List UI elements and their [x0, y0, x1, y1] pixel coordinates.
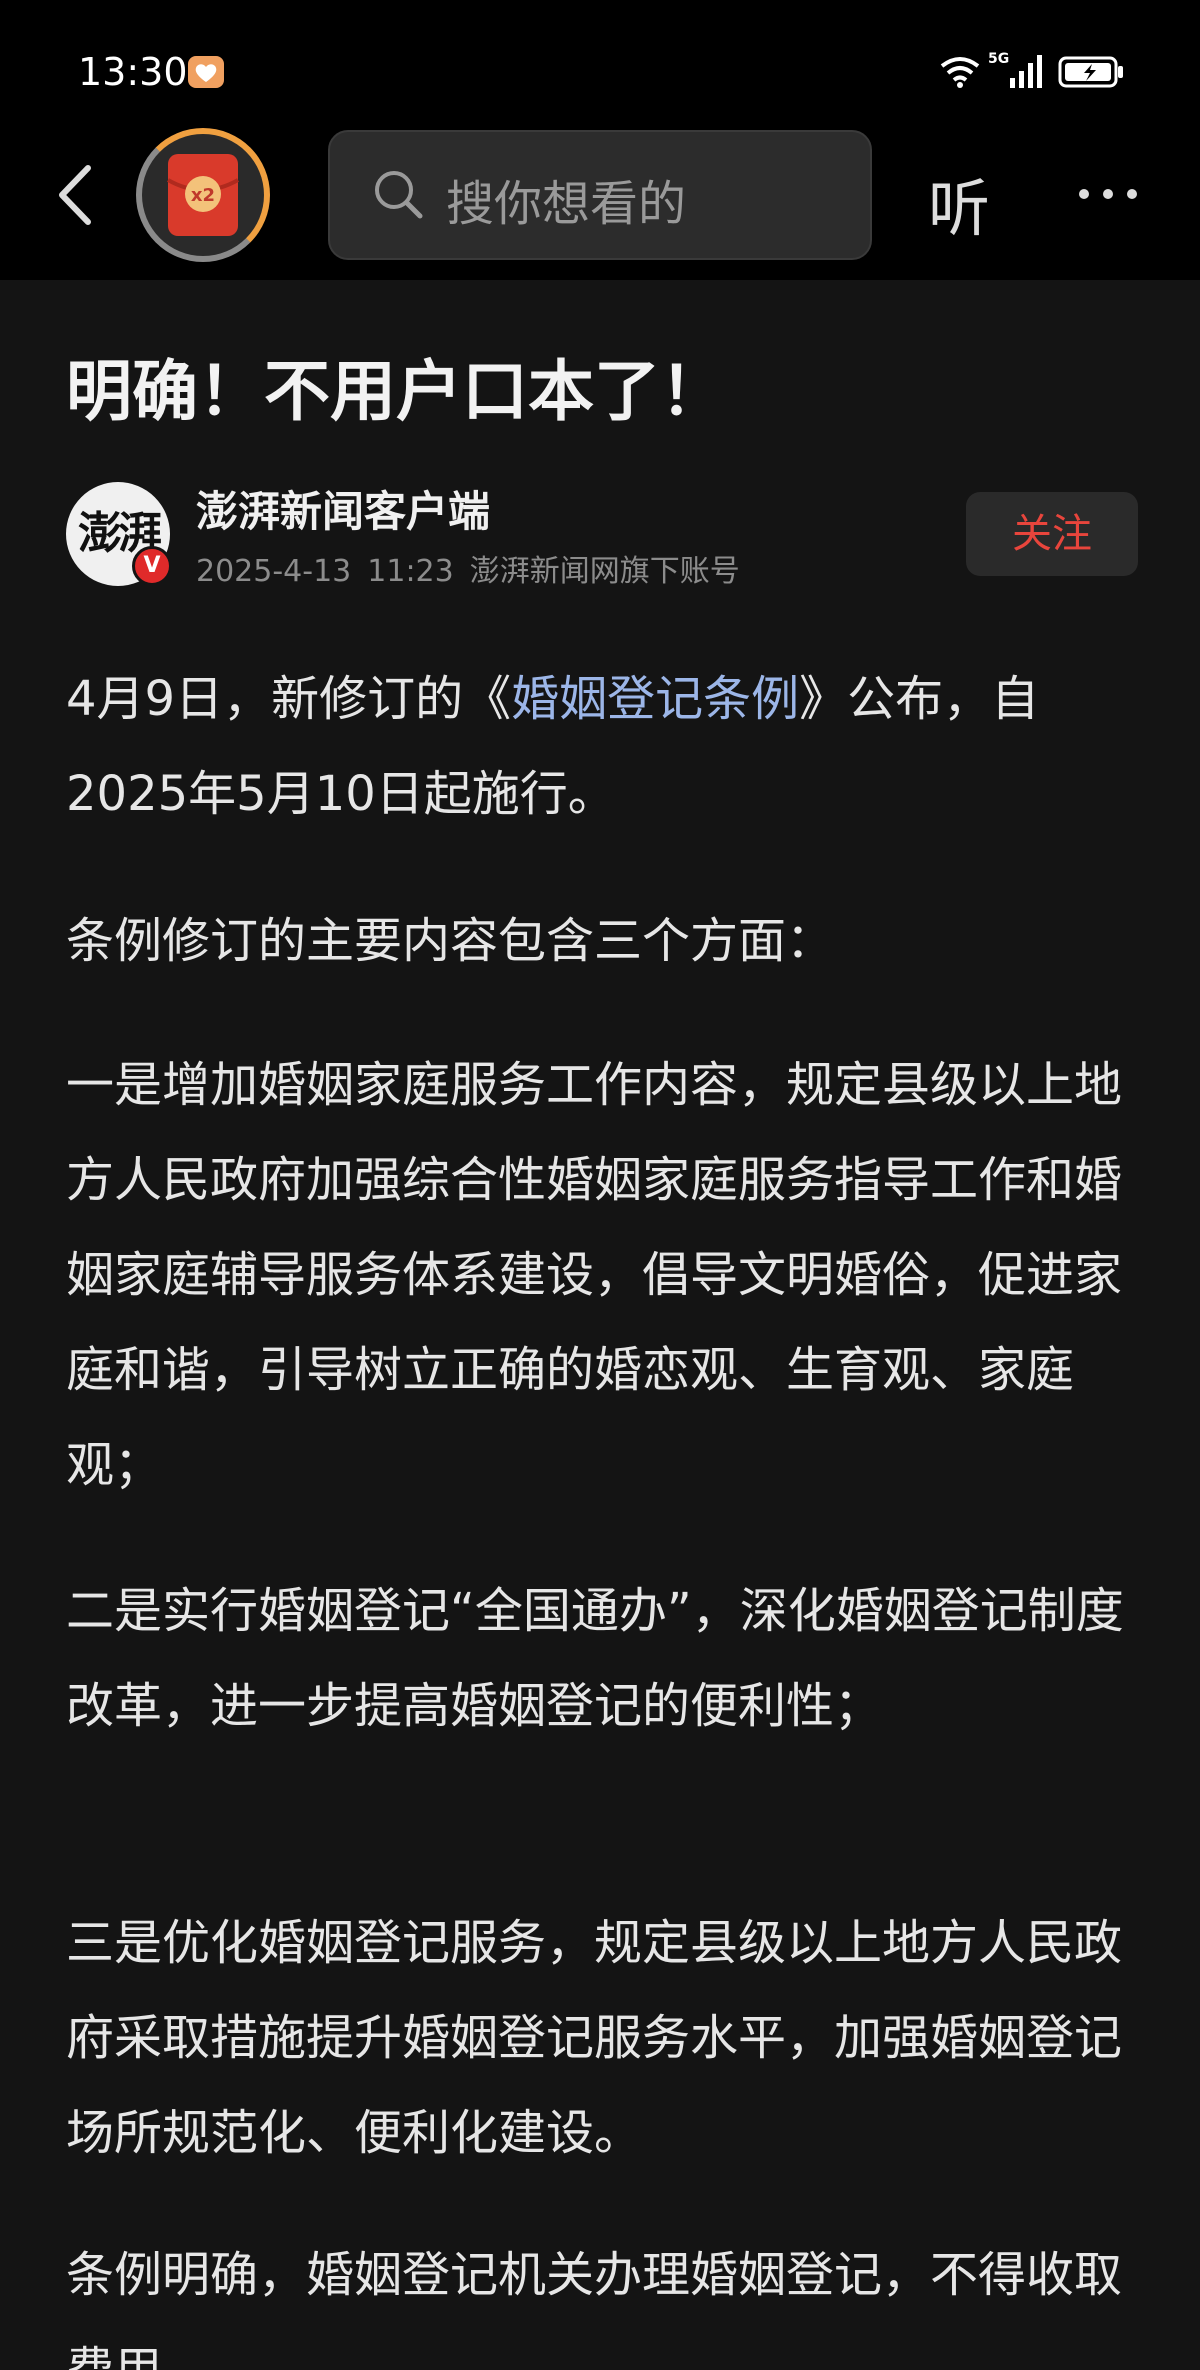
verified-badge-icon: V	[132, 546, 172, 586]
back-arrow-icon[interactable]	[50, 160, 100, 230]
author-description: 澎湃新闻网旗下账号	[469, 554, 740, 589]
red-packet-label: x2	[191, 185, 215, 206]
publish-date: 2025-4-13	[196, 554, 352, 589]
article-paragraph: 条例修订的主要内容包含三个方面：	[66, 913, 835, 969]
article-title: 明确！不用户口本了！	[66, 353, 726, 430]
paragraph-text: 4月9日，新修订的《	[66, 671, 512, 727]
article-paragraph: 二是实行婚姻登记“全国通办”，深化婚姻登记制度改革，进一步提高婚姻登记的便利性；	[66, 1583, 1124, 1734]
regulation-link[interactable]: 婚姻登记条例	[511, 671, 799, 727]
author-name[interactable]: 澎湃新闻客户端	[196, 478, 490, 539]
article-paragraph: 三是优化婚姻登记服务，规定县级以上地方人民政府采取措施提升婚姻登记服务水平，加强…	[66, 1915, 1123, 2161]
author-meta: 2025-4-13 11:23 澎湃新闻网旗下账号	[196, 546, 756, 590]
article-paragraph: 条例明确，婚姻登记机关办理婚姻登记，不得收取费用。	[66, 2247, 1123, 2370]
red-packet-icon[interactable]: x2	[160, 150, 246, 240]
article-paragraph: 4月9日，新修订的《婚姻登记条例》公布，自2025年5月10日起施行。	[66, 652, 1146, 842]
publish-time: 11:23	[367, 554, 454, 589]
listen-button[interactable]: 听	[928, 158, 990, 248]
battery-icon	[1058, 56, 1123, 88]
search-placeholder[interactable]: 搜你想看的	[446, 164, 686, 234]
search-icon	[375, 171, 423, 219]
status-time: 13:30	[78, 50, 188, 94]
network-type-label: 5G	[988, 51, 1010, 67]
wifi-icon	[940, 57, 980, 88]
article-paragraph: 一是增加婚姻家庭服务工作内容，规定县级以上地方人民政府加强综合性婚姻家庭服务指导…	[66, 1057, 1123, 1493]
heart-badge-icon	[188, 56, 224, 88]
signal-icon	[1010, 55, 1042, 88]
follow-button[interactable]: 关注	[966, 492, 1138, 576]
more-options-icon[interactable]	[1076, 184, 1140, 204]
